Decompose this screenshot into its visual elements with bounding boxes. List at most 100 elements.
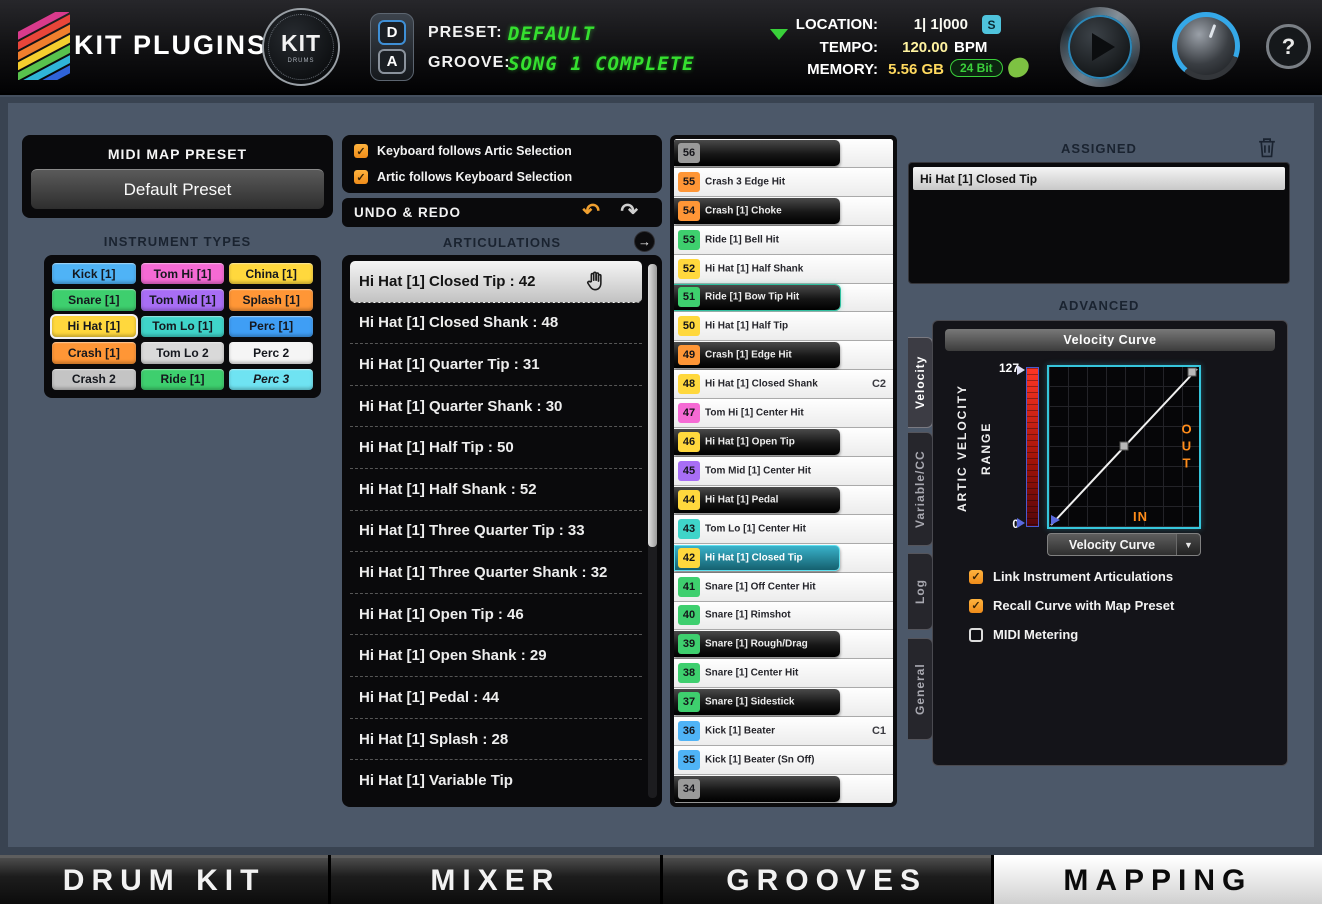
play-icon bbox=[1092, 33, 1115, 61]
velocity-range-meter[interactable] bbox=[1026, 367, 1039, 527]
articulation-item[interactable]: Hi Hat [1] Splash : 28 bbox=[350, 719, 642, 761]
articulation-item[interactable]: Hi Hat [1] Open Shank : 29 bbox=[350, 635, 642, 677]
articulation-item[interactable]: Hi Hat [1] Half Shank : 52 bbox=[350, 469, 642, 511]
tempo-value[interactable]: 120.00 bbox=[872, 39, 948, 56]
articulation-item[interactable]: Hi Hat [1] Pedal : 44 bbox=[350, 677, 642, 719]
artic-velocity-axis-label: ARTIC VELOCITY bbox=[955, 369, 969, 527]
articulation-item[interactable]: Hi Hat [1] Three Quarter Shank : 32 bbox=[350, 552, 642, 594]
advanced-option-recall-curve-with-map-preset[interactable]: ✓Recall Curve with Map Preset bbox=[969, 598, 1174, 613]
instrument-type-kick-1[interactable]: Kick [1] bbox=[52, 263, 136, 284]
key-note-number: 34 bbox=[678, 779, 700, 799]
trash-button[interactable] bbox=[1258, 137, 1276, 163]
articulations-scrollbar[interactable] bbox=[648, 264, 657, 798]
scrollbar-thumb[interactable] bbox=[648, 264, 657, 547]
piano-key-36[interactable]: 36Kick [1] BeaterC1 bbox=[674, 717, 893, 746]
redo-icon[interactable]: ↷ bbox=[620, 197, 638, 226]
piano-key-44[interactable]: 44Hi Hat [1] Pedal bbox=[674, 486, 893, 515]
artic-follows-keyboard-option[interactable]: ✓ Artic follows Keyboard Selection bbox=[354, 170, 650, 184]
instrument-type-ride-1[interactable]: Ride [1] bbox=[141, 369, 225, 390]
piano-key-41[interactable]: 41Snare [1] Off Center Hit bbox=[674, 573, 893, 602]
instrument-type-perc-2[interactable]: Perc 2 bbox=[229, 342, 313, 363]
volume-knob[interactable] bbox=[1172, 12, 1240, 80]
play-button[interactable] bbox=[1060, 7, 1140, 87]
instrument-type-crash-2[interactable]: Crash 2 bbox=[52, 369, 136, 390]
key-note-number: 56 bbox=[678, 143, 700, 163]
map-preset-button[interactable]: Default Preset bbox=[31, 169, 324, 209]
piano-key-52[interactable]: 52Hi Hat [1] Half Shank bbox=[674, 255, 893, 284]
checkbox-unchecked-icon[interactable] bbox=[969, 628, 983, 642]
advanced-option-link-instrument-articulations[interactable]: ✓Link Instrument Articulations bbox=[969, 569, 1174, 584]
preset-value[interactable]: DEFAULT bbox=[508, 23, 595, 45]
advanced-option-midi-metering[interactable]: MIDI Metering bbox=[969, 627, 1174, 642]
piano-key-50[interactable]: 50Hi Hat [1] Half Tip bbox=[674, 312, 893, 341]
main-tab-grooves[interactable]: GROOVES bbox=[663, 855, 991, 904]
help-button[interactable]: ? bbox=[1266, 24, 1311, 69]
articulation-item[interactable]: Hi Hat [1] Half Tip : 50 bbox=[350, 427, 642, 469]
instrument-type-tom-lo-2[interactable]: Tom Lo 2 bbox=[141, 342, 225, 363]
piano-key-49[interactable]: 49Crash [1] Edge Hit bbox=[674, 341, 893, 370]
instrument-type-perc-3[interactable]: Perc 3 bbox=[229, 369, 313, 390]
articulation-item[interactable]: Hi Hat [1] Quarter Shank : 30 bbox=[350, 386, 642, 428]
da-mode-badge[interactable]: D A bbox=[370, 13, 414, 81]
piano-key-34[interactable]: 34 bbox=[674, 775, 893, 803]
advanced-panel: Velocity Curve ARTIC VELOCITY RANGE 127 … bbox=[932, 320, 1288, 766]
piano-key-47[interactable]: 47Tom Hi [1] Center Hit bbox=[674, 399, 893, 428]
instrument-types-grid: Kick [1]Tom Hi [1]China [1]Snare [1]Tom … bbox=[52, 263, 313, 390]
checkbox-checked-icon[interactable]: ✓ bbox=[969, 599, 983, 613]
articulation-item[interactable]: Hi Hat [1] Closed Tip : 42 bbox=[350, 261, 642, 303]
instrument-type-tom-hi-1[interactable]: Tom Hi [1] bbox=[141, 263, 225, 284]
piano-key-35[interactable]: 35Kick [1] Beater (Sn Off) bbox=[674, 746, 893, 775]
advanced-tab-variable-cc[interactable]: Variable/CC bbox=[908, 432, 933, 546]
instrument-type-perc-1[interactable]: Perc [1] bbox=[229, 316, 313, 337]
advanced-tab-velocity[interactable]: Velocity bbox=[908, 337, 933, 428]
instrument-type-tom-lo-1[interactable]: Tom Lo [1] bbox=[141, 316, 225, 337]
piano-key-45[interactable]: 45Tom Mid [1] Center Hit bbox=[674, 457, 893, 486]
piano-key-39[interactable]: 39Snare [1] Rough/Drag bbox=[674, 630, 893, 659]
articulations-expand-icon[interactable]: → bbox=[634, 231, 655, 252]
key-note-number: 42 bbox=[678, 548, 700, 568]
groove-value[interactable]: SONG 1 COMPLETE bbox=[508, 53, 695, 75]
undo-icon[interactable]: ↶ bbox=[582, 197, 600, 226]
instrument-type-splash-1[interactable]: Splash [1] bbox=[229, 289, 313, 310]
keyboard-follows-artic-option[interactable]: ✓ Keyboard follows Artic Selection bbox=[354, 144, 650, 158]
articulation-item[interactable]: Hi Hat [1] Variable Tip bbox=[350, 760, 642, 801]
bit-depth-badge[interactable]: 24 Bit bbox=[950, 59, 1003, 77]
piano-key-40[interactable]: 40Snare [1] Rimshot bbox=[674, 602, 893, 631]
instrument-type-china-1[interactable]: China [1] bbox=[229, 263, 313, 284]
advanced-tab-general[interactable]: General bbox=[908, 638, 933, 740]
piano-key-43[interactable]: 43Tom Lo [1] Center Hit bbox=[674, 515, 893, 544]
instrument-type-crash-1[interactable]: Crash [1] bbox=[52, 342, 136, 363]
instrument-type-snare-1[interactable]: Snare [1] bbox=[52, 289, 136, 310]
main-tab-mapping[interactable]: MAPPING bbox=[994, 855, 1322, 904]
piano-key-38[interactable]: 38Snare [1] Center Hit bbox=[674, 659, 893, 688]
piano-key-56[interactable]: 56 bbox=[674, 139, 893, 168]
preset-dropdown-arrow-icon[interactable] bbox=[770, 29, 788, 40]
articulation-item[interactable]: Hi Hat [1] Open Tip : 46 bbox=[350, 594, 642, 636]
checkbox-checked-icon[interactable]: ✓ bbox=[354, 170, 368, 184]
piano-key-37[interactable]: 37Snare [1] Sidestick bbox=[674, 688, 893, 717]
chevron-down-icon[interactable]: ▼ bbox=[1176, 534, 1200, 555]
articulation-item[interactable]: Hi Hat [1] Quarter Tip : 31 bbox=[350, 344, 642, 386]
advanced-tab-log[interactable]: Log bbox=[908, 553, 933, 630]
piano-key-51[interactable]: 51Ride [1] Bow Tip Hit bbox=[674, 284, 893, 313]
velocity-curve-graph[interactable]: OUT IN bbox=[1047, 365, 1201, 529]
instrument-type-hi-hat-1[interactable]: Hi Hat [1] bbox=[52, 316, 136, 337]
main-tab-mixer[interactable]: MIXER bbox=[331, 855, 659, 904]
main-tab-drum-kit[interactable]: DRUM KIT bbox=[0, 855, 328, 904]
velocity-curve-dropdown[interactable]: Velocity Curve ▼ bbox=[1047, 533, 1201, 556]
assigned-articulation[interactable]: Hi Hat [1] Closed Tip bbox=[913, 167, 1285, 190]
piano-key-42[interactable]: 42Hi Hat [1] Closed Tip bbox=[674, 544, 893, 573]
sync-badge[interactable]: S bbox=[982, 15, 1001, 34]
piano-key-55[interactable]: 55Crash 3 Edge Hit bbox=[674, 168, 893, 197]
piano-key-54[interactable]: 54Crash [1] Choke bbox=[674, 197, 893, 226]
range-max-handle-icon[interactable] bbox=[1017, 365, 1025, 375]
piano-key-53[interactable]: 53Ride [1] Bell Hit bbox=[674, 226, 893, 255]
piano-key-46[interactable]: 46Hi Hat [1] Open Tip bbox=[674, 428, 893, 457]
instrument-type-tom-mid-1[interactable]: Tom Mid [1] bbox=[141, 289, 225, 310]
articulation-item[interactable]: Hi Hat [1] Three Quarter Tip : 33 bbox=[350, 511, 642, 553]
checkbox-checked-icon[interactable]: ✓ bbox=[969, 570, 983, 584]
range-min-handle-icon[interactable] bbox=[1017, 518, 1025, 528]
articulation-item[interactable]: Hi Hat [1] Closed Shank : 48 bbox=[350, 303, 642, 345]
piano-key-48[interactable]: 48Hi Hat [1] Closed ShankC2 bbox=[674, 370, 893, 399]
checkbox-checked-icon[interactable]: ✓ bbox=[354, 144, 368, 158]
